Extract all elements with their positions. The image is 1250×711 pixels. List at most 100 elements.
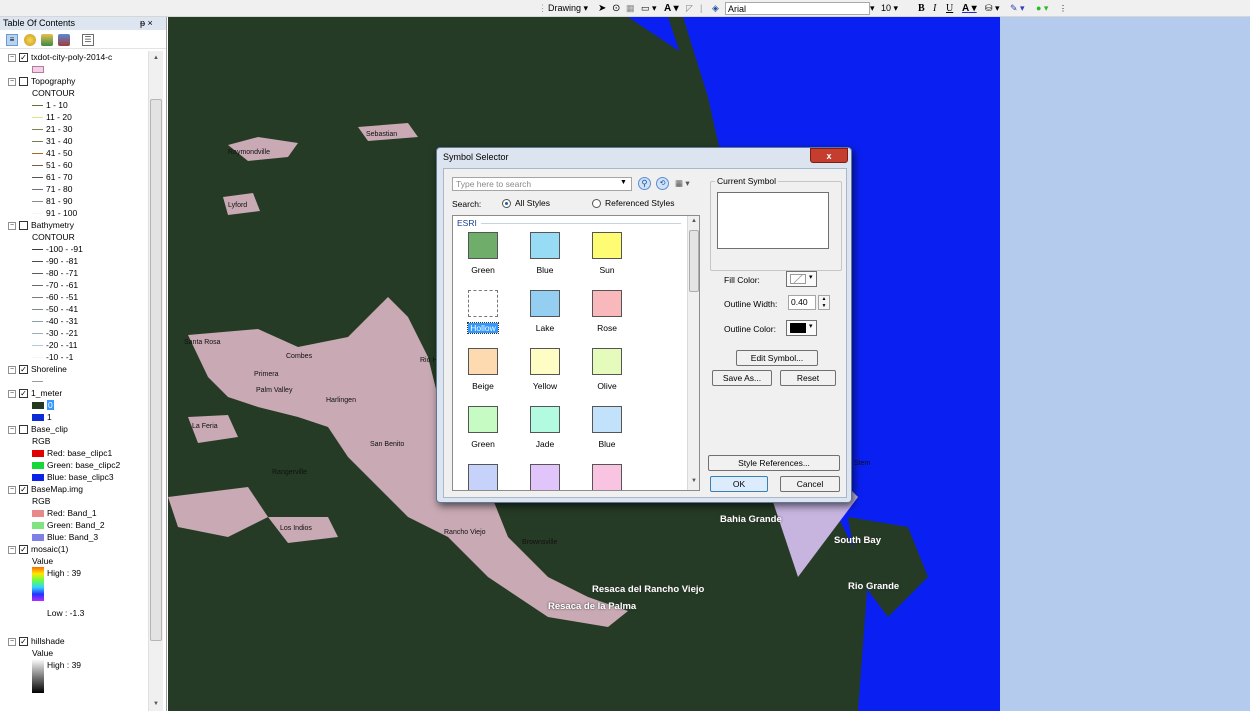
underline-button[interactable]: U — [946, 2, 953, 15]
bold-button[interactable]: B — [918, 2, 925, 15]
layer-visibility-checkbox[interactable] — [19, 425, 28, 435]
line-color-icon[interactable]: ✎ ▾ — [1010, 2, 1025, 15]
symbol-swatch[interactable] — [530, 290, 560, 317]
layer-visibility-checkbox[interactable]: ✓ — [19, 545, 28, 555]
symbol-label[interactable]: Jade — [515, 439, 575, 449]
list-by-source-icon[interactable] — [24, 34, 36, 46]
toc-layer-item[interactable]: − Topography — [8, 75, 75, 87]
toc-layer-item[interactable]: − ✓ txdot-city-poly-2014-c — [8, 51, 112, 63]
symbol-label[interactable]: Beige — [453, 381, 513, 391]
expand-collapse-icon[interactable]: − — [8, 53, 16, 62]
select-elements-icon[interactable]: ➤ — [598, 2, 606, 15]
expand-collapse-icon[interactable]: − — [8, 77, 16, 86]
scroll-up-arrow[interactable]: ▲ — [150, 53, 162, 64]
rotate-icon[interactable]: ⊙ — [612, 2, 620, 15]
symbol-search-input[interactable]: Type here to search — [452, 177, 632, 191]
search-icon[interactable]: ⚲ — [638, 177, 651, 190]
text-tool-icon[interactable]: A ▾ — [664, 2, 679, 15]
list-by-drawing-order-icon[interactable]: ≡ — [6, 34, 18, 46]
ok-button[interactable]: OK — [710, 476, 768, 492]
symbol-label[interactable]: Lake — [515, 323, 575, 333]
edit-vertices-icon[interactable]: ◸ — [686, 2, 693, 15]
expand-collapse-icon[interactable]: − — [8, 637, 16, 646]
toc-scroll-thumb[interactable] — [150, 99, 162, 641]
layer-visibility-checkbox[interactable]: ✓ — [19, 485, 28, 495]
font-size-select[interactable]: 10 ▾ — [881, 2, 898, 15]
drawing-menu[interactable]: Drawing ▾ — [548, 2, 588, 15]
zoom-whole-page-icon[interactable]: ▦ — [626, 2, 635, 15]
list-by-selection-icon[interactable] — [58, 34, 70, 46]
grid-scroll-up[interactable]: ▲ — [688, 218, 699, 224]
marker-color-icon[interactable]: ● ▾ — [1036, 2, 1048, 15]
referenced-styles-radio[interactable]: Referenced Styles — [592, 198, 674, 209]
symbol-swatch[interactable] — [530, 348, 560, 375]
symbol-label[interactable]: Hollow — [453, 322, 513, 334]
clear-search-icon[interactable]: ⟲ — [656, 177, 669, 190]
symbol-label[interactable]: Blue — [577, 439, 637, 449]
symbol-swatch[interactable] — [530, 406, 560, 433]
outline-color-picker[interactable]: ▾ — [786, 320, 817, 336]
italic-button[interactable]: I — [933, 2, 936, 15]
layer-visibility-checkbox[interactable]: ✓ — [19, 637, 28, 647]
layer-visibility-checkbox[interactable] — [19, 221, 28, 231]
toc-pin-close-icon[interactable]: ᵽ × — [140, 17, 153, 30]
save-as-button[interactable]: Save As... — [712, 370, 772, 386]
list-by-visibility-icon[interactable] — [41, 34, 53, 46]
symbol-label[interactable]: Olive — [577, 381, 637, 391]
symbol-label[interactable]: Sun — [577, 265, 637, 275]
expand-collapse-icon[interactable]: − — [8, 425, 16, 434]
dialog-close-button[interactable]: x — [810, 148, 848, 163]
font-name-select[interactable]: Arial — [725, 2, 870, 15]
cancel-button[interactable]: Cancel — [780, 476, 840, 492]
expand-collapse-icon[interactable]: − — [8, 545, 16, 554]
toc-layer-item[interactable]: − Base_clip — [8, 423, 68, 435]
toc-layer-item[interactable]: − ✓ mosaic(1) — [8, 543, 68, 555]
outline-width-spinner[interactable]: ▲ ▼ — [818, 295, 830, 310]
expand-collapse-icon[interactable]: − — [8, 221, 16, 230]
symbol-swatch[interactable] — [468, 348, 498, 375]
reset-button[interactable]: Reset — [780, 370, 836, 386]
layer-visibility-checkbox[interactable]: ✓ — [19, 53, 28, 63]
symbol-swatch[interactable] — [592, 464, 622, 490]
symbol-swatch[interactable] — [592, 290, 622, 317]
layer-visibility-checkbox[interactable]: ✓ — [19, 365, 28, 375]
symbol-label[interactable]: Green — [453, 439, 513, 449]
symbol-swatch[interactable] — [592, 348, 622, 375]
symbol-swatch[interactable] — [468, 464, 498, 490]
symbol-swatch[interactable] — [468, 290, 498, 317]
layer-visibility-checkbox[interactable]: ✓ — [19, 389, 28, 399]
font-name-dropdown-arrow[interactable]: ▾ — [870, 2, 875, 15]
fill-color-picker[interactable]: ▾ — [786, 271, 817, 287]
layer-visibility-checkbox[interactable] — [19, 77, 28, 87]
edit-symbol-button[interactable]: Edit Symbol... — [736, 350, 818, 366]
view-options-icon[interactable]: ▦ ▾ — [675, 178, 690, 189]
symbol-label[interactable]: Yellow — [515, 381, 575, 391]
symbol-grid-scrollbar[interactable]: ▲ ▼ — [687, 216, 699, 490]
expand-collapse-icon[interactable]: − — [8, 485, 16, 494]
toc-layer-item[interactable]: − ✓ Shoreline — [8, 363, 67, 375]
symbol-swatch[interactable] — [530, 464, 560, 490]
rectangle-tool-icon[interactable]: ▭ ▾ — [641, 2, 657, 15]
expand-collapse-icon[interactable]: − — [8, 389, 16, 398]
font-color-button[interactable]: A ▾ — [962, 2, 977, 15]
expand-collapse-icon[interactable]: − — [8, 365, 16, 374]
symbol-label[interactable]: Blue — [515, 265, 575, 275]
options-icon[interactable]: ☰ — [82, 34, 94, 46]
grid-scroll-down[interactable]: ▼ — [688, 478, 699, 484]
toolbar-options-icon[interactable]: ⋮ — [1059, 2, 1067, 15]
toc-scrollbar[interactable]: ▲ ▼ — [148, 51, 163, 711]
all-styles-radio[interactable]: All Styles — [502, 198, 550, 209]
outline-width-input[interactable]: 0.40 — [788, 295, 816, 310]
symbol-swatch[interactable] — [530, 232, 560, 259]
grid-scroll-thumb[interactable] — [689, 230, 699, 292]
style-references-button[interactable]: Style References... — [708, 455, 840, 471]
symbol-swatch[interactable] — [468, 406, 498, 433]
toc-layer-item[interactable]: − ✓ 1_meter — [8, 387, 62, 399]
symbol-swatch[interactable] — [592, 406, 622, 433]
toc-layer-item[interactable]: − ✓ BaseMap.img — [8, 483, 83, 495]
fill-color-icon[interactable]: ⛁ ▾ — [985, 2, 1000, 15]
toc-layer-item[interactable]: − Bathymetry — [8, 219, 74, 231]
symbol-swatch[interactable] — [592, 232, 622, 259]
scroll-down-arrow[interactable]: ▼ — [150, 699, 162, 710]
search-dropdown-arrow[interactable]: ▼ — [620, 179, 627, 186]
